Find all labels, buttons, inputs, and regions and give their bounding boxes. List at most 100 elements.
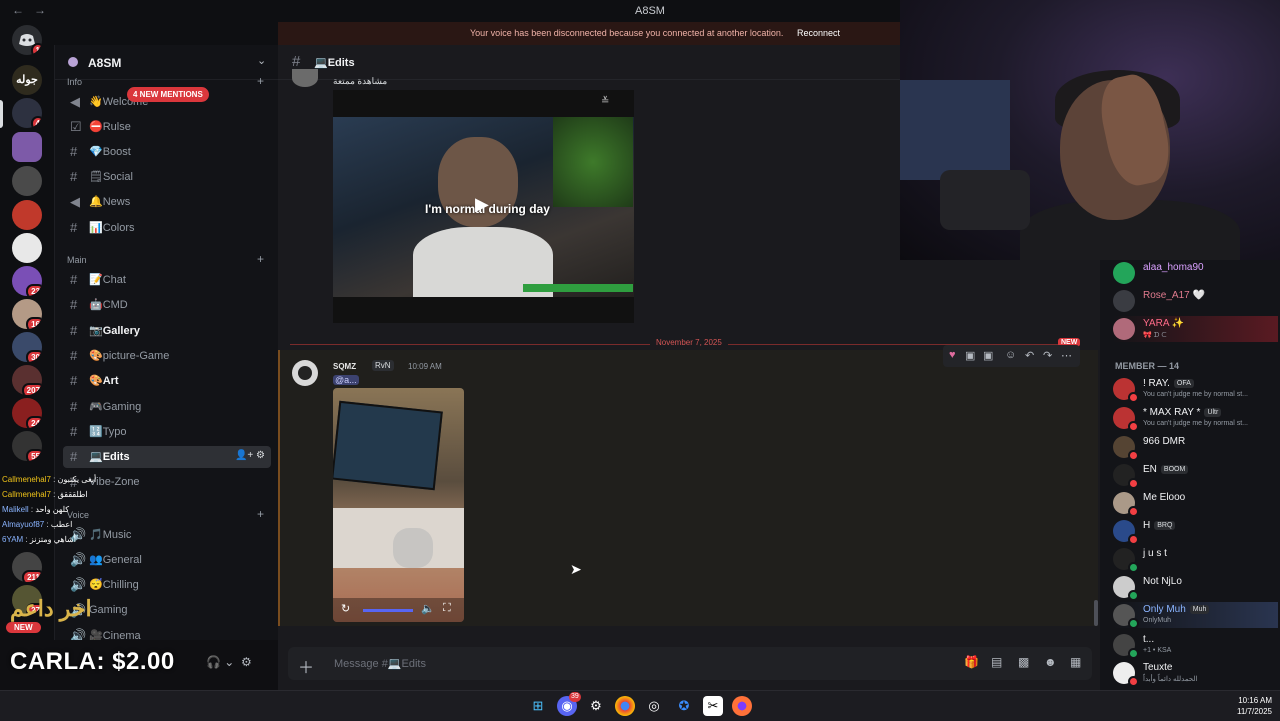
add-attachment-icon[interactable]: ＋	[298, 654, 314, 678]
reaction-icon[interactable]: ▣	[965, 349, 975, 362]
obs-icon[interactable]: ◎	[644, 696, 664, 716]
replay-icon[interactable]: ↻	[341, 602, 350, 615]
voice-channel-music[interactable]: 🔊 🎵Music	[63, 524, 271, 546]
member-item[interactable]: YARA ✨ 🎀 ᗪ ᑕ	[1113, 316, 1278, 342]
windows-start-icon[interactable]: ⊞	[528, 696, 548, 716]
member-item[interactable]: t... +1 • KSA	[1113, 632, 1278, 659]
guild-tag: RvN	[372, 360, 394, 371]
server-icon-9[interactable]: 30	[12, 332, 42, 362]
fullscreen-icon[interactable]: ⛶	[443, 602, 451, 615]
add-channel-icon[interactable]: +	[257, 252, 264, 266]
message-input[interactable]	[332, 655, 896, 673]
voice-channel-general[interactable]: 🔊 👥General	[63, 549, 271, 571]
member-item[interactable]: alaa_homa90	[1113, 260, 1278, 286]
server-icon-13[interactable]: 211	[12, 552, 42, 582]
channel-social[interactable]: # 🗒Social	[63, 166, 271, 188]
channel-gaming[interactable]: # 🎮Gaming	[63, 396, 271, 418]
channel-cmd[interactable]: # 🤖CMD	[63, 294, 271, 316]
volume-slider[interactable]	[363, 609, 413, 612]
capcut-icon[interactable]: ✂	[703, 696, 723, 716]
message-username[interactable]: SQMZ	[333, 362, 356, 371]
firefox-icon[interactable]	[732, 696, 752, 716]
member-status: You can't judge me by normal st...	[1143, 420, 1248, 427]
voice-channel-gaming[interactable]: 🔊 Gaming	[63, 600, 271, 622]
chrome-icon[interactable]	[615, 696, 635, 716]
channel-colors[interactable]: # 📊Colors	[63, 217, 271, 239]
channel-picture-game[interactable]: # 🎨picture-Game	[63, 345, 271, 367]
channel-typo[interactable]: # 🔢Typo	[63, 421, 271, 443]
server-icon-juwla[interactable]: جوله	[12, 65, 42, 95]
member-item[interactable]: Not NjLo	[1113, 574, 1278, 601]
server-header[interactable]: A8SM ⌄	[55, 45, 279, 80]
member-item[interactable]: ! RAY. OFA You can't judge me by normal st…	[1113, 376, 1278, 403]
member-item[interactable]: EN BOOM	[1113, 462, 1278, 489]
avatar[interactable]	[292, 360, 318, 386]
headphones-settings-icons[interactable]: 🎧 ⌄ ⚙	[206, 655, 252, 669]
add-reaction-icon[interactable]: ☺	[1005, 349, 1016, 361]
member-item[interactable]: Only Muh Muh OnlyMuh	[1113, 602, 1278, 629]
reconnect-button[interactable]: Reconnect	[797, 28, 840, 38]
channel-edits[interactable]: # 💻Edits 👤+ ⚙	[63, 446, 271, 468]
channel-settings-icon[interactable]: 👤+ ⚙	[235, 450, 265, 461]
server-icon-7[interactable]: 23	[12, 266, 42, 296]
server-icon-10[interactable]: 207	[12, 365, 42, 395]
server-icon-3[interactable]	[12, 132, 42, 162]
chat-scrollbar[interactable]	[1094, 600, 1098, 626]
date-divider-label: November 7, 2025	[650, 338, 728, 347]
member-item[interactable]: * MAX RAY * Ultr You can't judge me by nor…	[1113, 405, 1278, 432]
server-icon-8[interactable]: 16	[12, 299, 42, 329]
channel-label: 🤖CMD	[89, 299, 128, 311]
steam-icon[interactable]: ⚙	[586, 696, 606, 716]
chevron-down-icon[interactable]: ⌄	[257, 54, 266, 67]
channel-chat[interactable]: # 📝Chat	[63, 269, 271, 291]
user-mention[interactable]: @a...	[333, 375, 359, 385]
member-item[interactable]: Rose_A17 🤍	[1113, 288, 1278, 314]
server-icon-12[interactable]: 55	[12, 431, 42, 461]
member-item[interactable]: Me Elooo	[1113, 490, 1278, 517]
app-icon[interactable]: ✪	[674, 696, 694, 716]
category-info[interactable]: Info	[67, 77, 82, 87]
video-embed[interactable]: ≚ I'm normal during day ▶	[333, 90, 634, 323]
discord-taskbar-icon[interactable]: ◉ 39	[557, 692, 581, 716]
channel-news[interactable]: ◀ 🔔News	[63, 191, 271, 213]
avatar[interactable]	[292, 69, 318, 87]
play-icon[interactable]: ▶	[475, 194, 489, 215]
more-icon[interactable]: ⋯	[1061, 349, 1072, 362]
volume-icon[interactable]: 🔈	[421, 602, 435, 615]
gift-icon[interactable]: 🎁	[964, 655, 979, 669]
member-item[interactable]: H BRQ	[1113, 518, 1278, 545]
mouse-cursor-icon: ➤	[570, 561, 582, 577]
voice-channel-chilling[interactable]: 🔊 😴Chilling	[63, 574, 271, 596]
member-item[interactable]: 966 DMR	[1113, 434, 1278, 461]
server-icon-6[interactable]	[12, 233, 42, 263]
server-icon-5[interactable]	[12, 200, 42, 230]
adjust-icon[interactable]: ≚	[601, 96, 609, 107]
channel-rulse[interactable]: ☑ ⛔Rulse	[63, 116, 271, 138]
add-channel-icon[interactable]: +	[257, 507, 264, 521]
server-icon-11[interactable]: 24	[12, 398, 42, 428]
reaction-icon[interactable]: ▣	[983, 349, 993, 362]
back-arrow-icon[interactable]: ←	[12, 3, 24, 17]
category-voice[interactable]: Voice	[67, 510, 89, 520]
member-item[interactable]: j u s t	[1113, 546, 1278, 573]
system-clock[interactable]: 10:16 AM 11/7/2025	[1190, 695, 1272, 717]
member-item[interactable]: Teuxte الحمدلله دائماً وأبداً	[1113, 660, 1278, 687]
channel-gallery[interactable]: # 📷Gallery	[63, 320, 271, 342]
apps-icon[interactable]: ▦	[1070, 655, 1081, 669]
gif-icon[interactable]: ▤	[991, 655, 1002, 669]
add-channel-icon[interactable]: +	[257, 74, 264, 88]
heart-icon[interactable]: ♥	[949, 349, 956, 361]
reply-icon[interactable]: ↶	[1025, 349, 1034, 362]
channel-art[interactable]: # 🎨Art	[63, 370, 271, 392]
forward-arrow-icon[interactable]: →	[34, 3, 46, 17]
video-attachment[interactable]: ↻ 🔈 ⛶	[333, 388, 464, 622]
channel-boost[interactable]: # 💎Boost	[63, 141, 271, 163]
forward-icon[interactable]: ↷	[1043, 349, 1052, 362]
category-main[interactable]: Main	[67, 255, 87, 265]
new-mentions-badge[interactable]: 4 NEW MENTIONS	[127, 87, 209, 102]
server-icon-2[interactable]: 4	[12, 98, 42, 128]
direct-messages-button[interactable]: 1	[12, 25, 42, 55]
sticker-icon[interactable]: ▩	[1018, 655, 1029, 669]
server-icon-4[interactable]	[12, 166, 42, 196]
emoji-icon[interactable]: ☻	[1044, 655, 1057, 669]
